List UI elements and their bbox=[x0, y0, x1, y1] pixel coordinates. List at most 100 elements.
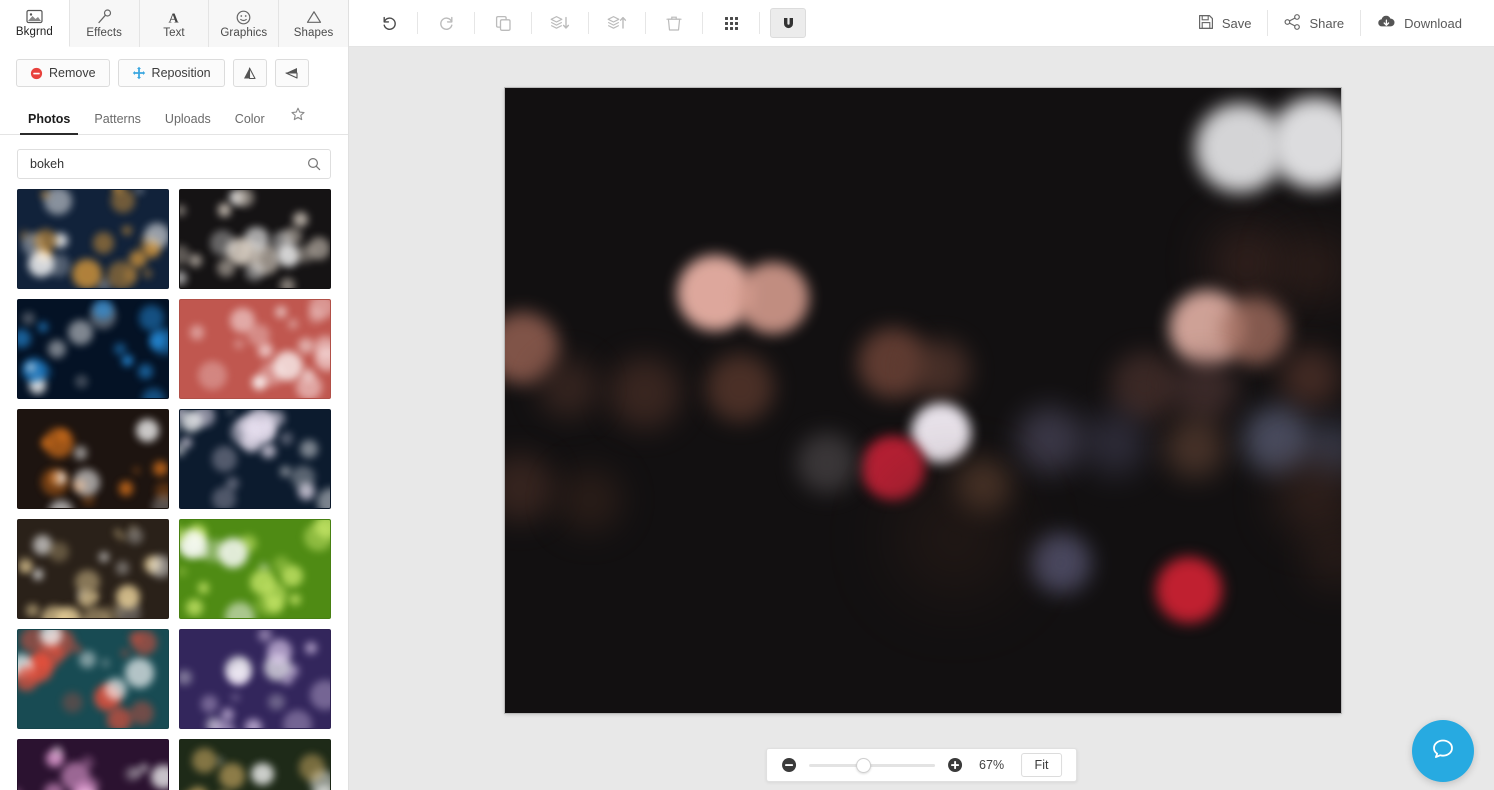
bokeh-light bbox=[505, 454, 554, 522]
save-button[interactable]: Save bbox=[1182, 8, 1268, 38]
thumbnail-bokeh-dot bbox=[180, 566, 187, 577]
thumbnail-bokeh-dot bbox=[32, 569, 44, 580]
search-icon[interactable] bbox=[307, 157, 321, 171]
bokeh-light bbox=[1305, 528, 1341, 588]
thumbnail-bokeh-dot bbox=[75, 374, 89, 388]
photo-thumbnail[interactable] bbox=[179, 739, 331, 790]
thumbnail-bokeh-dot bbox=[251, 374, 268, 390]
thumbnail-bokeh-dot bbox=[118, 481, 134, 496]
photo-thumbnail[interactable] bbox=[17, 739, 169, 790]
bokeh-light bbox=[558, 468, 622, 532]
tab-shapes[interactable]: Shapes bbox=[279, 0, 348, 47]
photo-thumbnail[interactable] bbox=[179, 629, 331, 729]
download-button[interactable]: Download bbox=[1361, 8, 1478, 38]
thumbnail-bokeh-dot bbox=[297, 337, 314, 354]
thumbnail-bokeh-dot bbox=[127, 528, 143, 544]
thumbnail-bokeh-dot bbox=[250, 762, 274, 786]
subtab-photos[interactable]: Photos bbox=[16, 106, 82, 135]
send-backward-button[interactable] bbox=[542, 8, 578, 38]
minus-circle-icon[interactable] bbox=[781, 757, 797, 773]
thumbnail-bokeh-dot bbox=[47, 254, 70, 277]
thumbnail-bokeh-dot bbox=[104, 678, 127, 701]
zoom-slider[interactable] bbox=[808, 757, 935, 773]
toolbar-divider bbox=[759, 12, 760, 34]
thumbnail-bokeh-dot bbox=[280, 465, 292, 477]
duplicate-button[interactable] bbox=[485, 8, 521, 38]
photo-thumbnail[interactable] bbox=[179, 519, 331, 619]
thumbnail-bokeh-dot bbox=[280, 278, 295, 288]
thumbnail-bokeh-dot bbox=[138, 364, 154, 380]
remove-button[interactable]: Remove bbox=[16, 59, 110, 87]
thumbnail-bokeh-dot bbox=[245, 718, 263, 728]
bring-forward-button[interactable] bbox=[599, 8, 635, 38]
share-nodes-icon bbox=[1284, 13, 1301, 33]
flip-horizontal-button[interactable] bbox=[232, 59, 267, 87]
thumbnail-bokeh-dot bbox=[315, 346, 330, 371]
subtab-patterns[interactable]: Patterns bbox=[82, 106, 153, 134]
thumbnail-bokeh-dot bbox=[141, 387, 165, 398]
design-canvas[interactable] bbox=[505, 88, 1341, 713]
tab-effects[interactable]: Effects bbox=[69, 0, 140, 47]
zoom-slider-thumb[interactable] bbox=[856, 758, 872, 773]
photo-thumbnail[interactable] bbox=[179, 409, 331, 509]
thumbnail-bokeh-dot bbox=[224, 601, 256, 618]
search-box[interactable] bbox=[17, 149, 331, 179]
share-button[interactable]: Share bbox=[1268, 8, 1360, 38]
thumbnail-bokeh-dot bbox=[197, 361, 227, 390]
thumbnail-bokeh-dot bbox=[56, 606, 81, 618]
fit-button[interactable]: Fit bbox=[1020, 753, 1063, 777]
thumbnail-bokeh-dot bbox=[40, 438, 51, 449]
thumbnail-bokeh-dot bbox=[217, 203, 232, 217]
tab-graphics[interactable]: Graphics bbox=[209, 0, 280, 47]
delete-button[interactable] bbox=[656, 8, 692, 38]
photo-thumbnail[interactable] bbox=[179, 299, 331, 399]
thumbnail-bokeh-dot bbox=[226, 477, 240, 491]
photo-results-scroll[interactable] bbox=[0, 189, 348, 790]
canvas-area[interactable]: 67% Fit bbox=[349, 47, 1494, 790]
thumbnail-bokeh-dot bbox=[106, 706, 132, 728]
thumbnail-bokeh-dot bbox=[73, 644, 82, 653]
help-chat-button[interactable] bbox=[1412, 720, 1474, 782]
main-tab-strip: Bkgrnd Effects A Text Graphics Shapes bbox=[0, 0, 348, 47]
snap-magnet-button[interactable] bbox=[770, 8, 806, 38]
thumbnail-bokeh-dot bbox=[72, 259, 102, 288]
redo-button[interactable] bbox=[428, 8, 464, 38]
magic-wand-icon bbox=[97, 9, 112, 26]
thumbnail-bokeh-dot bbox=[275, 306, 288, 319]
thumbnail-bokeh-dot bbox=[73, 445, 88, 460]
photo-thumbnail[interactable] bbox=[17, 409, 169, 509]
thumbnail-bokeh-dot bbox=[37, 322, 48, 332]
undo-button[interactable] bbox=[371, 8, 407, 38]
bokeh-light bbox=[1287, 240, 1341, 296]
reposition-button[interactable]: Reposition bbox=[117, 59, 225, 87]
photo-thumbnail[interactable] bbox=[17, 519, 169, 619]
thumbnail-bokeh-dot bbox=[18, 328, 32, 349]
tab-bkgrnd[interactable]: Bkgrnd bbox=[0, 0, 70, 47]
photo-thumbnail[interactable] bbox=[17, 629, 169, 729]
thumbnail-bokeh-dot bbox=[247, 323, 270, 347]
photo-thumbnail[interactable] bbox=[17, 189, 169, 289]
thumbnail-bokeh-dot bbox=[257, 630, 273, 643]
subtab-color[interactable]: Color bbox=[223, 106, 277, 134]
thumbnail-bokeh-dot bbox=[121, 354, 133, 366]
thumbnail-bokeh-dot bbox=[191, 747, 217, 774]
thumbnail-bokeh-dot bbox=[62, 691, 84, 713]
thumbnail-bokeh-dot bbox=[50, 474, 59, 484]
grid-button[interactable] bbox=[713, 8, 749, 38]
thumbnail-bokeh-dot bbox=[272, 350, 303, 382]
image-editor-app: Bkgrnd Effects A Text Graphics Shapes Re… bbox=[0, 0, 1494, 790]
photo-thumbnail[interactable] bbox=[17, 299, 169, 399]
thumbnail-bokeh-dot bbox=[234, 190, 254, 207]
search-input[interactable] bbox=[30, 157, 307, 171]
tab-text[interactable]: A Text bbox=[139, 0, 210, 47]
thumbnail-bokeh-dot bbox=[110, 190, 136, 214]
tab-label: Shapes bbox=[293, 26, 334, 39]
subtab-uploads[interactable]: Uploads bbox=[153, 106, 223, 134]
bokeh-light bbox=[895, 478, 1015, 598]
tab-label: Graphics bbox=[220, 26, 268, 39]
star-icon[interactable] bbox=[285, 101, 311, 134]
flip-vertical-button[interactable] bbox=[274, 59, 309, 87]
plus-circle-icon[interactable] bbox=[947, 757, 963, 773]
photo-thumbnail[interactable] bbox=[179, 189, 331, 289]
thumbnail-bokeh-dot bbox=[52, 746, 63, 756]
